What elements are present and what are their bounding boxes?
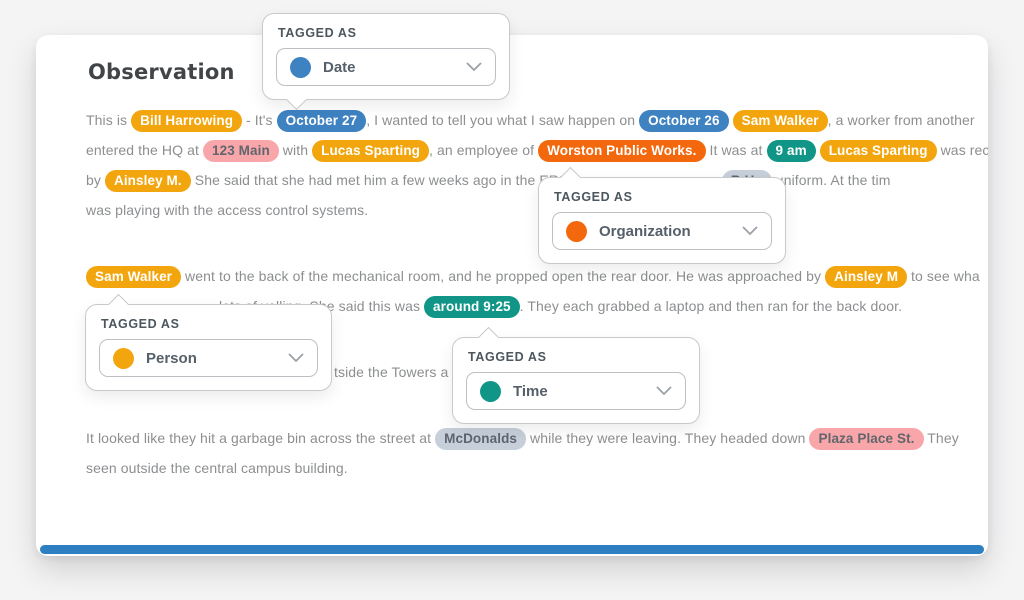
text-run: This is: [86, 112, 131, 128]
text-line: It looked like they hit a garbage bin ac…: [86, 423, 954, 453]
tag-select-value: Time: [513, 383, 644, 400]
text-run: , I wanted to tell you what I saw happen…: [366, 112, 639, 128]
text-line: Sam Walker went to the back of the mecha…: [86, 261, 954, 291]
entity-chip-pink[interactable]: 123 Main: [203, 140, 279, 162]
text-run: , a worker from another: [828, 112, 975, 128]
text-run: went to the back of the mechanical room,…: [181, 268, 825, 284]
text-run: uniform. At the tim: [772, 172, 891, 188]
page-title: Observation: [88, 59, 954, 85]
text-run: by: [86, 172, 105, 188]
entity-chip-yellow[interactable]: Ainsley M.: [105, 170, 191, 192]
text-run: was rec: [937, 142, 988, 158]
tagged-as-label: TAGGED AS: [101, 317, 318, 331]
tag-popup-date: TAGGED AS Date: [262, 13, 510, 100]
text-run: She said that she had met him a few week…: [191, 172, 567, 188]
accent-bar: [40, 545, 984, 554]
text-run: It was at: [706, 142, 767, 158]
tagged-as-label: TAGGED AS: [468, 350, 686, 364]
entity-chip-grey[interactable]: McDonalds: [435, 428, 526, 450]
text-line: This is Bill Harrowing - It's October 27…: [86, 105, 954, 135]
text-run: They: [924, 430, 959, 446]
chevron-down-icon: [656, 386, 672, 396]
tag-dot: [113, 348, 134, 369]
tag-select-value: Date: [323, 59, 454, 76]
text-run: seen outside the central campus building…: [86, 460, 348, 476]
entity-chip-yellow[interactable]: Sam Walker: [86, 266, 181, 288]
text-line: entered the HQ at 123 Main with Lucas Sp…: [86, 135, 954, 165]
text-run: entered the HQ at: [86, 142, 203, 158]
text-line: seen outside the central campus building…: [86, 453, 954, 483]
card-content: Observation This is Bill Harrowing - It'…: [36, 35, 988, 556]
tagged-as-label: TAGGED AS: [554, 190, 772, 204]
text-run: was playing with the access control syst…: [86, 202, 368, 218]
entity-chip-yellow[interactable]: Bill Harrowing: [131, 110, 242, 132]
chevron-down-icon: [742, 226, 758, 236]
tag-select-organization[interactable]: Organization: [552, 212, 772, 250]
tag-select-person[interactable]: Person: [99, 339, 318, 377]
entity-chip-yellow[interactable]: Lucas Sparting: [820, 140, 937, 162]
tag-select-time[interactable]: Time: [466, 372, 686, 410]
page: Observation This is Bill Harrowing - It'…: [0, 0, 1024, 600]
text-run: - It's: [242, 112, 277, 128]
entity-chip-teal[interactable]: 9 am: [767, 140, 816, 162]
text-line: was playing with the access control syst…: [86, 195, 954, 225]
tag-select-date[interactable]: Date: [276, 48, 496, 86]
entity-chip-pink[interactable]: Plaza Place St.: [809, 428, 923, 450]
text-run: , an employee of: [429, 142, 538, 158]
text-line: by Ainsley M. She said that she had met …: [86, 165, 954, 195]
paragraph: This is Bill Harrowing - It's October 27…: [86, 105, 954, 225]
text-run: with: [279, 142, 312, 158]
entity-chip-blue[interactable]: October 26: [639, 110, 729, 132]
document-body: This is Bill Harrowing - It's October 27…: [86, 105, 954, 483]
paragraph: It looked like they hit a garbage bin ac…: [86, 423, 954, 483]
entity-chip-yellow[interactable]: Ainsley M: [825, 266, 907, 288]
text-run: to see wha: [907, 268, 980, 284]
tag-select-value: Person: [146, 350, 276, 367]
tag-dot: [566, 221, 587, 242]
tag-dot: [290, 57, 311, 78]
chevron-down-icon: [466, 62, 482, 72]
entity-chip-yellow[interactable]: Sam Walker: [733, 110, 828, 132]
entity-chip-yellow[interactable]: Lucas Sparting: [312, 140, 429, 162]
observation-card: Observation This is Bill Harrowing - It'…: [36, 35, 988, 556]
entity-chip-orange[interactable]: Worston Public Works.: [538, 140, 705, 162]
tag-popup-time: TAGGED AS Time: [452, 337, 700, 424]
chevron-down-icon: [288, 353, 304, 363]
text-run: tside the Towers a: [334, 364, 448, 380]
tag-dot: [480, 381, 501, 402]
tag-popup-person: TAGGED AS Person: [85, 304, 332, 391]
tag-popup-organization: TAGGED AS Organization: [538, 177, 786, 264]
tagged-as-label: TAGGED AS: [278, 26, 496, 40]
entity-chip-teal[interactable]: around 9:25: [424, 296, 520, 318]
text-run: while they were leaving. They headed dow…: [526, 430, 809, 446]
text-run: It looked like they hit a garbage bin ac…: [86, 430, 435, 446]
entity-chip-blue[interactable]: October 27: [277, 110, 367, 132]
text-run: . They each grabbed a laptop and then ra…: [520, 298, 902, 314]
tag-select-value: Organization: [599, 223, 730, 240]
